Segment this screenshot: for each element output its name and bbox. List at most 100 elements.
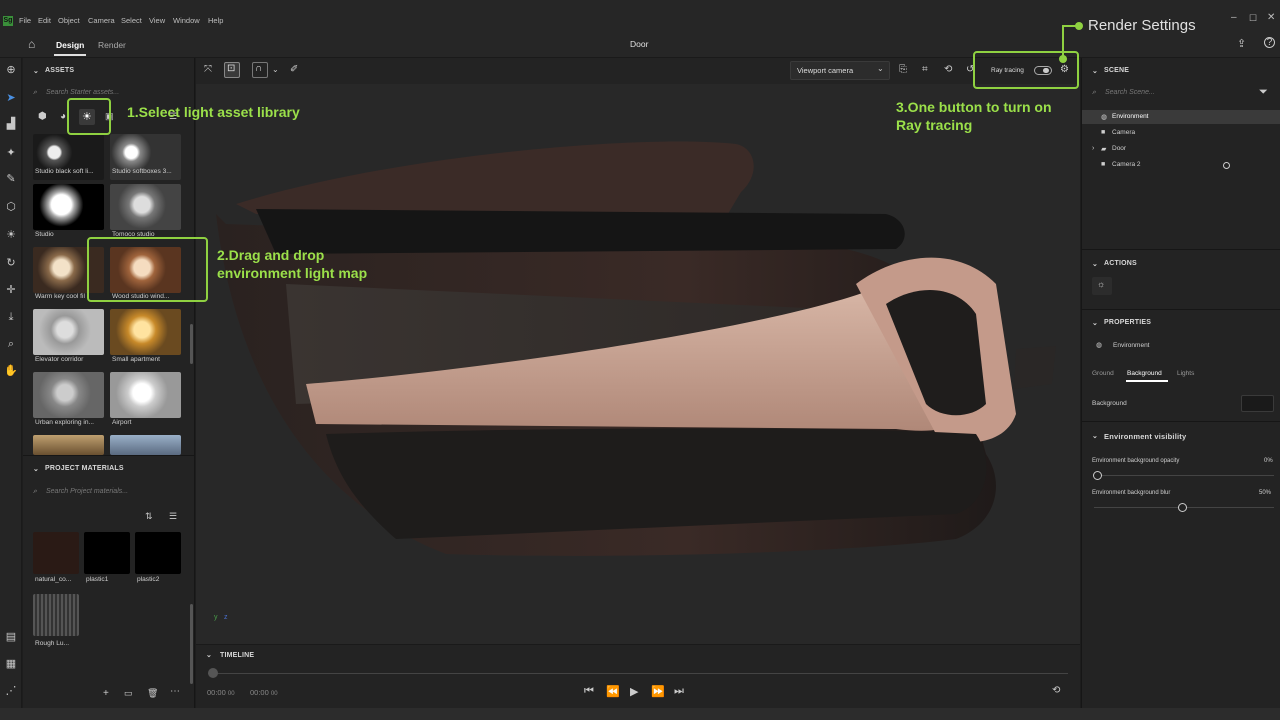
asset-thumb-small-apartment[interactable] [110, 309, 181, 355]
folder-icon[interactable]: ▭ [124, 688, 133, 699]
assets-collapse-icon[interactable]: ⌄ [33, 67, 39, 75]
asset-thumb-partial[interactable] [110, 435, 181, 455]
active-camera-indicator[interactable] [1223, 162, 1230, 169]
timeline-collapse-icon[interactable]: ⌄ [206, 651, 212, 659]
timeline-playhead[interactable] [208, 668, 218, 678]
magnet-icon: ∩ [255, 63, 263, 74]
materials-scrollbar[interactable] [190, 604, 193, 684]
sphere-library-icon[interactable]: ◕ [60, 111, 66, 122]
assets-scrollbar[interactable] [190, 324, 193, 364]
opacity-slider-handle[interactable] [1093, 471, 1102, 480]
asset-thumb-tomoco-studio[interactable] [110, 184, 181, 230]
background-color-swatch[interactable] [1241, 395, 1274, 412]
filter-icon[interactable]: ⏷ [1259, 86, 1268, 99]
sort-icon[interactable]: ⇅ [145, 511, 153, 522]
viewport-3d[interactable]: y z [196, 84, 1080, 644]
chevron-down-icon[interactable]: ⌄ [272, 65, 279, 74]
loop-icon[interactable]: ⟲ [1052, 685, 1060, 696]
blur-slider-handle[interactable] [1178, 503, 1187, 512]
properties-collapse-icon[interactable]: ⌄ [1092, 319, 1098, 327]
menu-camera[interactable]: Camera [88, 16, 115, 26]
rotate-icon[interactable]: ↻ [4, 256, 18, 270]
home-icon[interactable]: ⌂ [28, 37, 35, 51]
opacity-slider-track[interactable] [1094, 475, 1274, 476]
list-view-icon[interactable]: ☰ [169, 511, 177, 522]
scene-item-door[interactable]: Door [1112, 145, 1126, 152]
tab-design[interactable]: Design [56, 39, 84, 51]
materials-collapse-icon[interactable]: ⌄ [33, 465, 39, 473]
maximize-icon[interactable]: ☐ [1249, 13, 1257, 23]
asset-label: Small apartment [112, 356, 161, 363]
skip-back-icon[interactable]: ⏮ [584, 685, 594, 698]
material-thumb-rough[interactable] [33, 594, 79, 636]
time-start: 00:00 00 [207, 688, 235, 697]
select-tool-icon[interactable]: ➤ [4, 91, 18, 105]
annotation-box-drag-drop [87, 237, 208, 302]
tab-background[interactable]: Background [1127, 370, 1162, 377]
menu-window[interactable]: Window [173, 16, 200, 26]
menu-edit[interactable]: Edit [38, 16, 51, 26]
menu-object[interactable]: Object [58, 16, 80, 26]
materials-library-icon[interactable]: ⬢ [38, 111, 47, 122]
annotation-step1: 1.Select light asset library [127, 104, 300, 120]
crop-icon[interactable]: ⌗ [922, 64, 928, 75]
tab-render[interactable]: Render [98, 39, 126, 51]
add-icon[interactable]: ⊕ [4, 63, 18, 77]
step-back-icon[interactable]: ⏪ [606, 685, 620, 698]
trash-icon[interactable]: 🗑 [147, 688, 158, 699]
assets-search-input[interactable]: Search Starter assets... [46, 89, 119, 96]
step-forward-icon[interactable]: ⏩ [651, 685, 665, 698]
toolbox-icon[interactable]: ▦ [4, 657, 18, 671]
materials-search-input[interactable]: Search Project materials... [46, 488, 128, 495]
asset-thumb-partial[interactable] [33, 435, 104, 455]
material-thumb-plastic1[interactable] [84, 532, 130, 574]
actions-collapse-icon[interactable]: ⌄ [1092, 260, 1098, 268]
chart-icon[interactable]: ▟ [4, 117, 18, 131]
menu-view[interactable]: View [149, 16, 165, 26]
material-thumb-natural[interactable] [33, 532, 79, 574]
background-label: Background [1092, 400, 1127, 407]
share-icon[interactable]: ⇪ [1237, 37, 1246, 50]
minimize-icon[interactable]: – [1231, 13, 1237, 23]
scene-collapse-icon[interactable]: ⌄ [1092, 67, 1098, 75]
transform-icon[interactable]: ⤧ [204, 64, 212, 75]
reset-view-icon[interactable]: ⟲ [944, 64, 952, 75]
more-icon[interactable]: ⋯ [170, 686, 180, 697]
skip-forward-icon[interactable]: ⏭ [674, 685, 684, 698]
drop-icon[interactable]: ⤓ [4, 310, 18, 324]
timeline-track[interactable] [208, 673, 1068, 674]
scene-item-camera-2[interactable]: Camera 2 [1112, 161, 1141, 168]
asset-thumb-urban-exploring[interactable] [33, 372, 104, 418]
asset-thumb-airport[interactable] [110, 372, 181, 418]
pan-hand-icon[interactable]: ✋ [4, 364, 18, 378]
menu-help[interactable]: Help [208, 16, 223, 26]
tab-ground[interactable]: Ground [1092, 370, 1114, 377]
asset-thumb-elevator-corridor[interactable] [33, 309, 104, 355]
zoom-icon[interactable]: ⌕ [4, 337, 18, 351]
scene-item-camera[interactable]: Camera [1112, 129, 1135, 136]
pick-icon[interactable]: ✐ [290, 64, 298, 75]
search-icon: ⌕ [33, 488, 37, 495]
asset-label: Elevator corridor [35, 356, 84, 363]
archive-icon[interactable]: ▤ [4, 630, 18, 644]
visibility-collapse-icon[interactable]: ⌄ [1092, 432, 1098, 440]
app-logo: Sg [3, 16, 13, 26]
move-icon[interactable]: ✛ [4, 283, 18, 297]
menu-file[interactable]: File [19, 16, 31, 26]
nodes-icon[interactable]: ⋰ [4, 684, 18, 698]
scene-search-input[interactable]: Search Scene... [1105, 89, 1155, 96]
camera-icon[interactable]: ⎘ [899, 64, 907, 75]
help-icon[interactable]: ? [1264, 37, 1275, 48]
cube-icon[interactable]: ⬡ [4, 200, 18, 214]
material-thumb-plastic2[interactable] [135, 532, 181, 574]
magic-wand-icon[interactable]: ✦ [4, 146, 18, 160]
asset-thumb-studio[interactable] [33, 184, 104, 230]
add-material-icon[interactable]: + [103, 688, 109, 699]
lighting-icon[interactable]: ☀ [4, 228, 18, 242]
paint-icon[interactable]: ✎ [4, 172, 18, 186]
play-icon[interactable]: ▶ [630, 685, 638, 698]
chevron-right-icon[interactable]: › [1092, 145, 1094, 152]
close-icon[interactable]: ✕ [1267, 13, 1275, 23]
menu-select[interactable]: Select [121, 16, 142, 26]
tab-lights[interactable]: Lights [1177, 370, 1194, 377]
